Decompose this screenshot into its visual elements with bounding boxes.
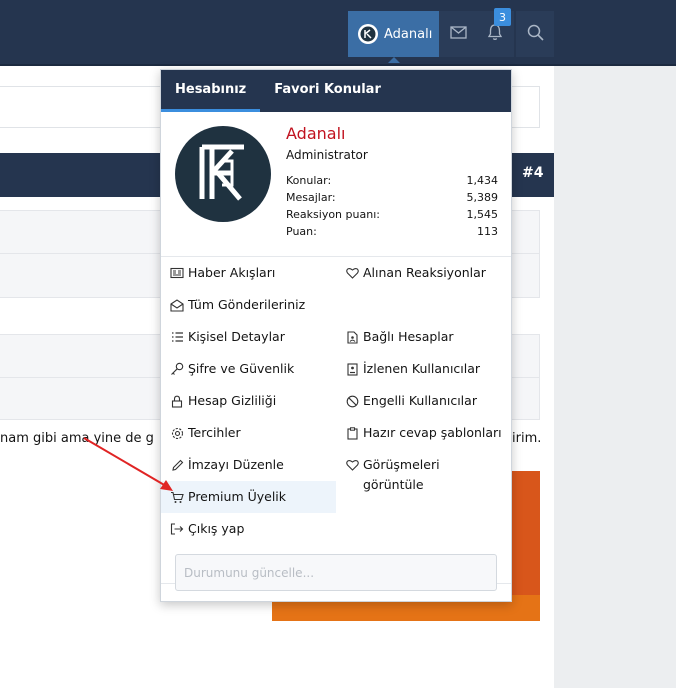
stat-row: Konular: 1,434 [286, 172, 498, 189]
heart-outline-icon [345, 458, 359, 472]
link-bagli-hesaplar[interactable]: Bağlı Hesaplar [336, 321, 511, 353]
link-label: Görüşmeleri görüntüle [363, 457, 440, 492]
tab-favori-konular[interactable]: Favori Konular [260, 70, 395, 112]
link-imzayi-duzenle[interactable]: İmzayı Düzenle [161, 449, 336, 481]
post-number[interactable]: #4 [522, 165, 543, 181]
link-premium-uyelik[interactable]: Premium Üyelik [161, 481, 336, 513]
stat-value: 5,389 [466, 191, 499, 204]
link-tum-gonderileriniz[interactable]: Tüm Gönderileriniz [161, 289, 336, 321]
clipboard-icon [345, 426, 359, 440]
sign-out-icon [170, 522, 184, 536]
status-input[interactable] [176, 555, 496, 590]
link-label: Premium Üyelik [188, 489, 287, 504]
link-label: Şifre ve Güvenlik [188, 361, 295, 376]
list-icon [170, 330, 184, 344]
heart-icon [345, 266, 359, 280]
cart-icon [170, 490, 184, 504]
messages-button[interactable] [439, 11, 477, 57]
link-label: İmzayı Düzenle [188, 457, 284, 472]
link-label: Hesap Gizliliği [188, 393, 277, 408]
dropdown-caret [388, 57, 400, 63]
link-hazir-cevap-sablonlari[interactable]: Hazır cevap şablonları [336, 417, 511, 449]
stat-row: Reaksiyon puanı: 1,545 [286, 206, 498, 223]
post-text-fragment-right: irim. [512, 431, 542, 446]
pen-icon [170, 458, 184, 472]
link-gorusmeleri-goruntule[interactable]: Görüşmeleri görüntüle [336, 449, 511, 501]
link-label: Engelli Kullanıcılar [363, 393, 477, 408]
avatar-icon [358, 24, 378, 44]
stat-value: 1,545 [466, 208, 499, 221]
link-tercihler[interactable]: Tercihler [161, 417, 336, 449]
profile-summary: Adanalı Administrator Konular: 1,434 Mesa… [161, 112, 511, 257]
user-account-button[interactable]: Adanalı [348, 11, 440, 63]
profile-role: Administrator [286, 148, 368, 162]
link-label: Bağlı Hesaplar [363, 329, 454, 344]
link-label: Hazır cevap şablonları [363, 425, 502, 440]
lock-icon [170, 394, 184, 408]
link-haber-akislari[interactable]: Haber Akışları [161, 257, 336, 289]
page-sidebar-area [554, 66, 676, 688]
link-hesap-gizliligi[interactable]: Hesap Gizliliği [161, 385, 336, 417]
link-label: İzlenen Kullanıcılar [363, 361, 481, 376]
link-cikis-yap[interactable]: Çıkış yap [161, 513, 336, 545]
stat-label: Mesajlar: [286, 191, 336, 204]
link-sifre-ve-guvenlik[interactable]: Şifre ve Güvenlik [161, 353, 336, 385]
key-icon [170, 362, 184, 376]
link-label: Tercihler [188, 425, 241, 440]
link-label: Tüm Gönderileriniz [188, 297, 306, 312]
file-user-icon [345, 330, 359, 344]
link-engelli-kullanicilar[interactable]: Engelli Kullanıcılar [336, 385, 511, 417]
top-navigation-bar [0, 0, 676, 66]
post-text-fragment-left: nam gibi ama yine de g [0, 431, 154, 446]
profile-stats: Konular: 1,434 Mesajlar: 5,389 Reaksiyon p… [286, 172, 498, 240]
stat-row: Puan: 113 [286, 223, 498, 240]
id-badge-icon [345, 362, 359, 376]
notification-count-badge: 3 [494, 8, 511, 26]
link-label: Haber Akışları [188, 265, 276, 280]
link-label: Çıkış yap [188, 521, 245, 536]
logo-icon [199, 144, 244, 201]
envelope-icon [449, 25, 467, 43]
stat-value: 113 [477, 225, 498, 238]
link-label: Kişisel Detaylar [188, 329, 285, 344]
profile-name[interactable]: Adanalı [286, 124, 345, 143]
menu-tabs: Hesabınız Favori Konular [161, 70, 511, 112]
search-button[interactable] [516, 11, 554, 57]
link-label: Alınan Reaksiyonlar [363, 265, 486, 280]
bell-icon [487, 23, 503, 45]
tab-hesabiniz[interactable]: Hesabınız [161, 70, 261, 112]
ban-icon [345, 394, 359, 408]
search-icon [527, 24, 544, 45]
newspaper-icon [170, 266, 184, 280]
account-links: Haber Akışları Tüm Gönderileriniz Kişise… [161, 257, 511, 584]
stat-label: Puan: [286, 225, 317, 238]
username-label: Adanalı [384, 26, 433, 42]
link-izlenen-kullanicilar[interactable]: İzlenen Kullanıcılar [336, 353, 511, 385]
profile-avatar[interactable] [175, 126, 271, 222]
stat-value: 1,434 [466, 174, 499, 187]
envelope-open-icon [170, 298, 184, 312]
account-dropdown-menu: Hesabınız Favori Konular Adanalı Adminis… [160, 69, 512, 602]
link-alinan-reaksiyonlar[interactable]: Alınan Reaksiyonlar [336, 257, 511, 289]
stat-label: Konular: [286, 174, 332, 187]
stat-row: Mesajlar: 5,389 [286, 189, 498, 206]
stat-label: Reaksiyon puanı: [286, 208, 380, 221]
status-update-field[interactable] [175, 554, 497, 591]
gear-icon [170, 426, 184, 440]
link-kisisel-detaylar[interactable]: Kişisel Detaylar [161, 321, 336, 353]
